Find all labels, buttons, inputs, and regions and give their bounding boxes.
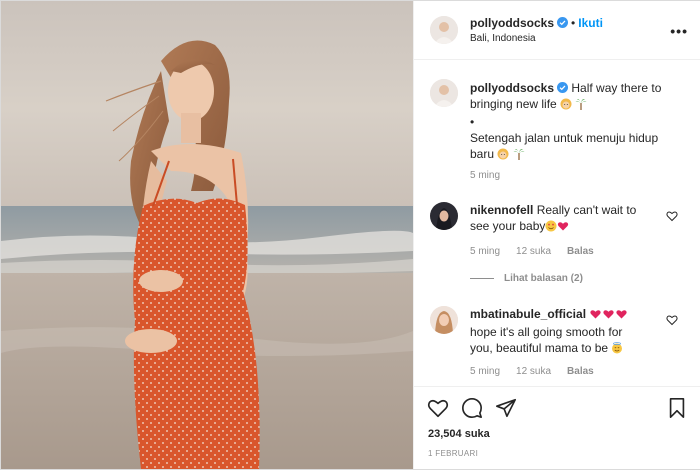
comment-timestamp[interactable]: 5 ming (470, 246, 500, 257)
comment-likes[interactable]: 12 suka (516, 246, 551, 257)
post-location[interactable]: Bali, Indonesia (470, 33, 536, 44)
post-modal: pollyoddsocks • Ikuti Bali, Indonesia ••• … (0, 0, 700, 470)
avatar-image (430, 16, 458, 44)
caption-timestamp[interactable]: 5 ming (470, 170, 500, 181)
smiling-halo-emoji-icon (611, 342, 623, 358)
caption-line-2: bringing new life (470, 97, 557, 111)
more-horizontal-icon[interactable]: ••• (670, 23, 688, 39)
post-details-panel: pollyoddsocks • Ikuti Bali, Indonesia ••• … (413, 1, 700, 469)
comment-line-1: hope it's all going smooth for (470, 325, 623, 339)
header-title-row: pollyoddsocks • Ikuti (470, 15, 603, 31)
red-heart-emoji-icon (589, 308, 602, 324)
red-heart-emoji-icon (602, 308, 615, 324)
beach-photo-illustration (1, 1, 413, 469)
comment-meta: 5 ming 12 suka Balas (470, 246, 610, 257)
heart-icon[interactable] (427, 397, 449, 419)
baby-emoji-icon (497, 148, 509, 164)
comment-line-2: you, beautiful mama to be (470, 341, 609, 355)
baby-emoji-icon (560, 98, 572, 114)
verified-badge-icon (557, 17, 569, 28)
like-comment-heart-icon[interactable] (666, 210, 678, 222)
reply-button[interactable]: Balas (567, 366, 594, 377)
comments-section[interactable]: pollyoddsocks Half way there to bringing… (414, 60, 700, 386)
caption-bullet: • (470, 115, 475, 129)
replies-divider (470, 277, 494, 279)
reply-button[interactable]: Balas (567, 246, 594, 257)
avatar[interactable] (430, 16, 458, 44)
header-username[interactable]: pollyoddsocks (470, 16, 554, 30)
comment-icon[interactable] (461, 397, 483, 419)
comment-text: nikennofell Really can't wait to see you… (470, 202, 670, 236)
caption-line-4: baru (470, 147, 495, 161)
caption-text: pollyoddsocks Half way there to bringing… (470, 80, 690, 164)
verified-badge-icon (557, 82, 569, 93)
caption-line-3: Setengah jalan untuk menuju hidup (470, 131, 659, 145)
post-actions: 23,504 suka 1 FEBRUARI (414, 386, 700, 470)
avatar-image (430, 79, 458, 107)
post-header: pollyoddsocks • Ikuti Bali, Indonesia ••• (414, 1, 700, 60)
bookmark-icon[interactable] (666, 397, 688, 419)
palm-tree-emoji-icon (513, 148, 525, 164)
comment-text: mbatinabule_official hope it's all going… (470, 306, 680, 358)
red-heart-emoji-icon (615, 308, 628, 324)
comment-username[interactable]: mbatinabule_official (470, 307, 586, 321)
comment-timestamp[interactable]: 5 ming (470, 366, 500, 377)
palm-tree-emoji-icon (575, 98, 587, 114)
avatar-image (430, 202, 458, 230)
comment-line-1: Really can't wait to (536, 203, 637, 217)
comment-meta: 5 ming 12 suka Balas (470, 366, 610, 377)
caption-line-1: Half way there to (571, 81, 662, 95)
avatar-image (430, 306, 458, 334)
follow-button[interactable]: Ikuti (578, 16, 603, 30)
separator-dot: • (571, 16, 576, 30)
comment-avatar[interactable] (430, 306, 458, 334)
view-replies-button[interactable]: Lihat balasan (2) (470, 273, 583, 284)
caption-meta: 5 ming (470, 170, 516, 181)
post-date[interactable]: 1 FEBRUARI (428, 449, 478, 458)
likes-count[interactable]: 23,504 suka (428, 428, 490, 440)
comment-likes[interactable]: 12 suka (516, 366, 551, 377)
comment-username[interactable]: nikennofell (470, 203, 533, 217)
view-replies-label: Lihat balasan (2) (504, 273, 583, 284)
comment-avatar[interactable] (430, 202, 458, 230)
like-comment-heart-icon[interactable] (666, 314, 678, 326)
caption-username[interactable]: pollyoddsocks (470, 81, 554, 95)
red-heart-emoji-icon (557, 220, 569, 236)
caption-avatar[interactable] (430, 79, 458, 107)
comment-line-2: see your baby (470, 219, 546, 233)
share-icon[interactable] (495, 397, 517, 419)
post-photo[interactable] (1, 1, 413, 469)
heart-eyes-emoji-icon (545, 220, 557, 236)
